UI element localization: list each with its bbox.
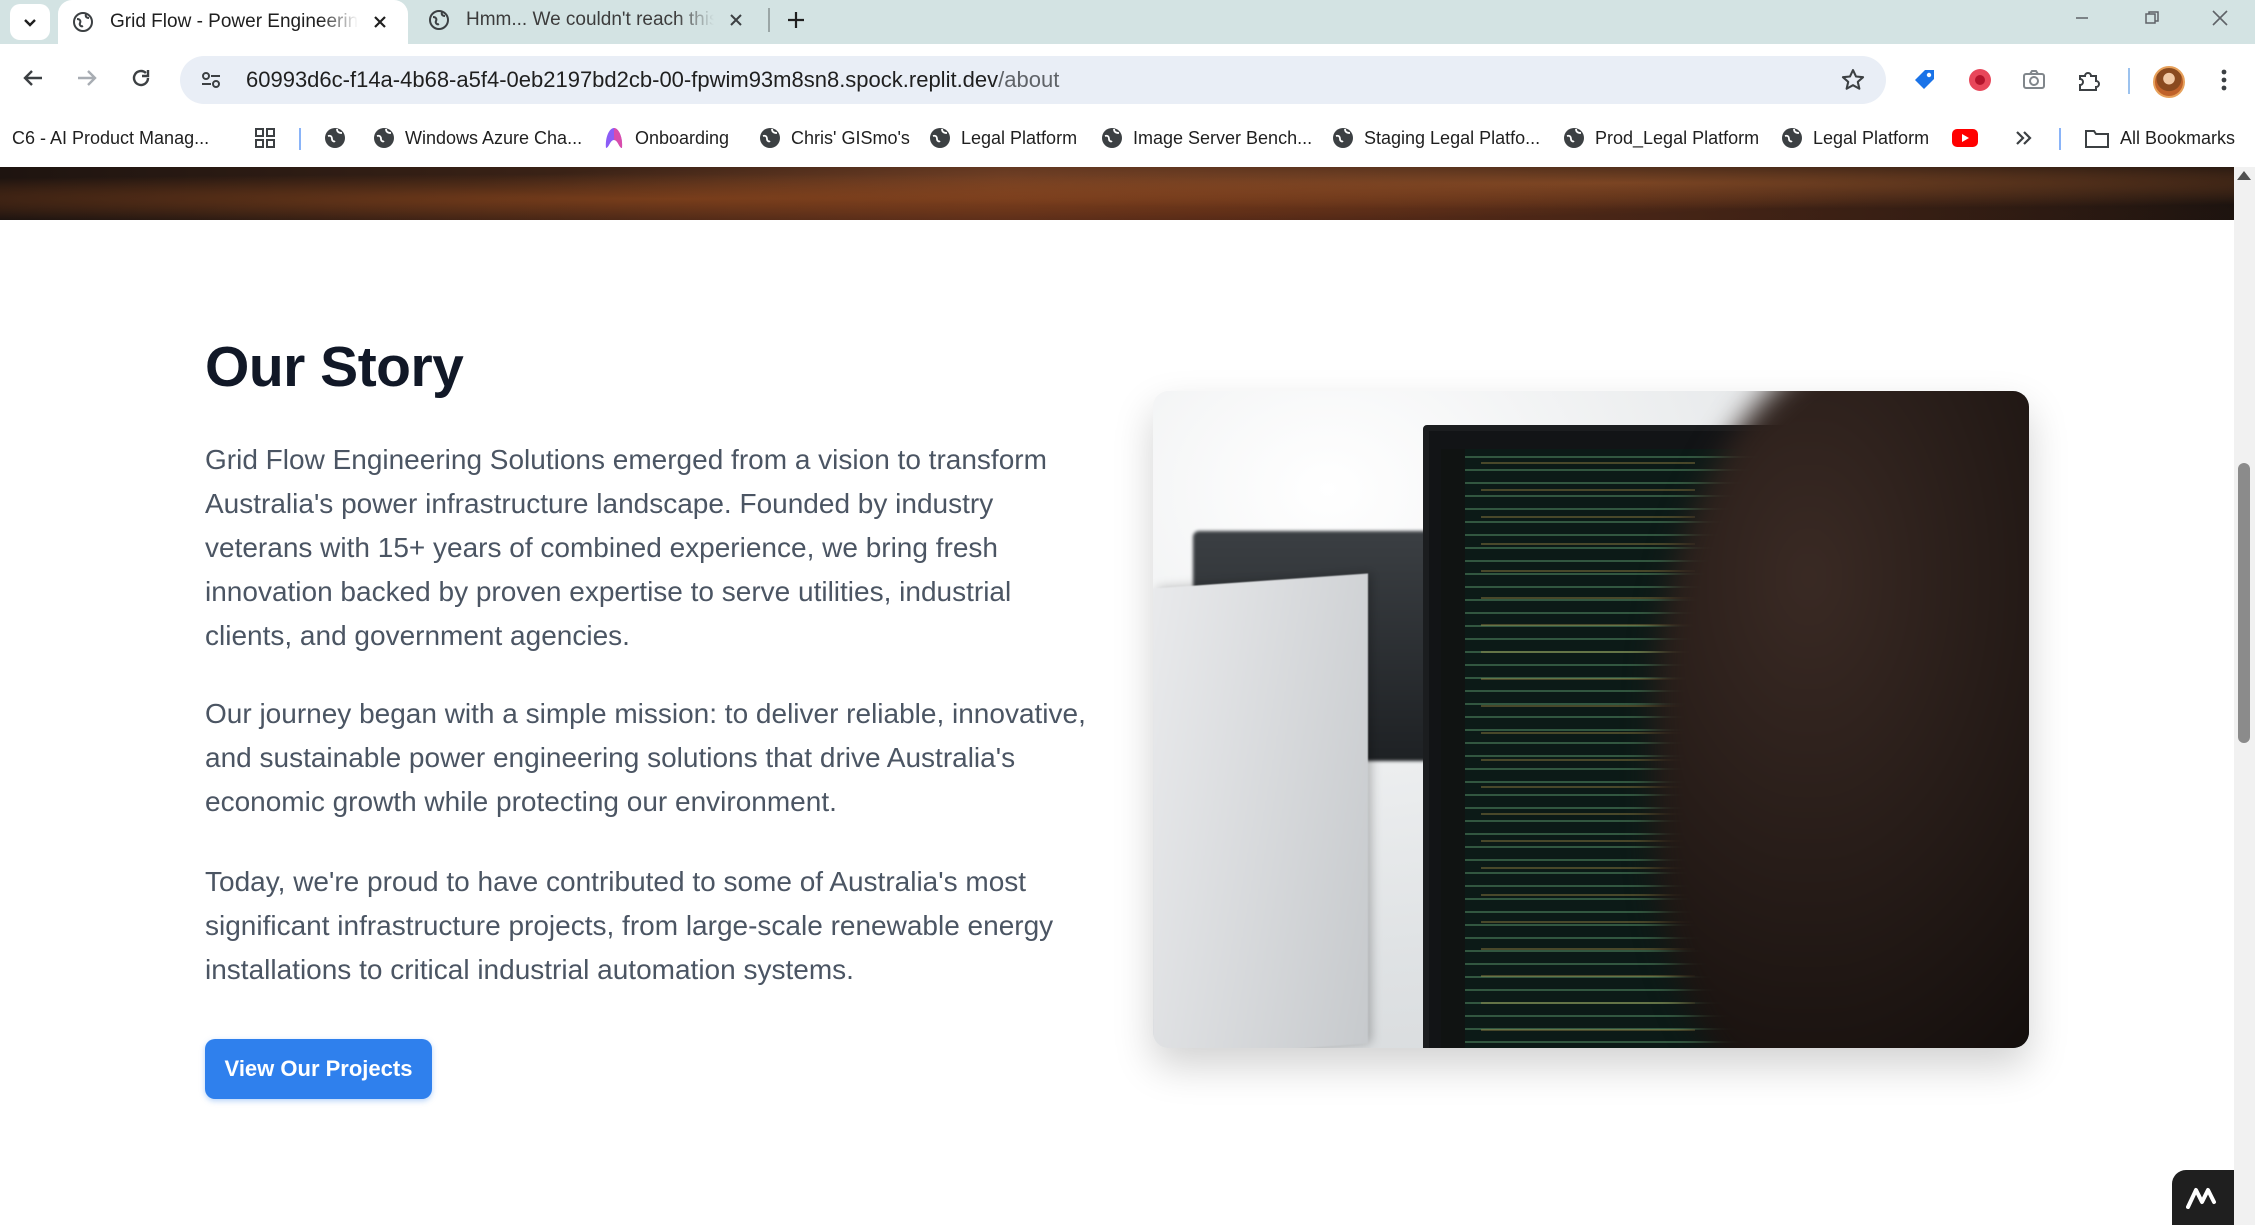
bookmark-label: Windows Azure Cha... xyxy=(405,127,583,148)
tab-search-button[interactable] xyxy=(10,4,50,40)
bookmarks-overflow-button[interactable] xyxy=(2014,124,2034,152)
star-icon xyxy=(1841,69,1865,90)
camera-icon xyxy=(2023,70,2045,89)
view-projects-button[interactable]: View Our Projects xyxy=(205,1039,432,1099)
toolbar-divider xyxy=(2128,68,2130,94)
plus-icon xyxy=(788,12,804,28)
bookmark-item[interactable]: Image Server Bench... xyxy=(1101,124,1312,152)
apps-button[interactable] xyxy=(254,124,276,152)
bookmark-item[interactable]: Chris' GISmo's xyxy=(759,124,910,152)
more-vert-icon xyxy=(2221,69,2227,91)
globe-icon xyxy=(1564,128,1584,148)
url-path: /about xyxy=(998,67,1060,92)
reload-button[interactable] xyxy=(122,59,160,97)
bookmark-youtube[interactable] xyxy=(1952,124,1978,152)
new-tab-button[interactable] xyxy=(778,2,814,38)
site-info-button[interactable] xyxy=(188,57,234,103)
url-host: 60993d6c-f14a-4b68-a5f4-0eb2197bd2cb-00-… xyxy=(246,67,999,92)
scroll-up-arrow-icon[interactable] xyxy=(2237,171,2251,180)
page-scrollbar[interactable] xyxy=(2234,167,2255,1225)
reload-icon xyxy=(132,69,150,87)
tab-title: Hmm... We couldn't reach this app xyxy=(466,9,714,30)
forward-button[interactable] xyxy=(68,59,106,97)
profile-avatar[interactable] xyxy=(2153,66,2185,98)
close-icon[interactable] xyxy=(722,6,750,34)
minimize-button[interactable] xyxy=(2054,0,2110,36)
back-button[interactable] xyxy=(14,59,52,97)
bookmark-item[interactable]: Onboarding xyxy=(603,124,729,152)
onboarding-logo-icon xyxy=(605,128,623,148)
replit-badge-button[interactable] xyxy=(2172,1170,2234,1225)
tag-icon xyxy=(1915,70,1934,89)
browser-toolbar: 60993d6c-f14a-4b68-a5f4-0eb2197bd2cb-00-… xyxy=(0,44,2255,120)
our-story-section: Our Story Grid Flow Engineering Solution… xyxy=(0,220,2234,1221)
extension-record-button[interactable] xyxy=(1964,64,1996,96)
restore-button[interactable] xyxy=(2124,0,2180,36)
globe-icon xyxy=(374,128,394,148)
globe-icon xyxy=(73,12,93,32)
extension-tag-button[interactable] xyxy=(1909,64,1941,96)
extensions-button[interactable] xyxy=(2073,64,2105,96)
url-text: 60993d6c-f14a-4b68-a5f4-0eb2197bd2cb-00-… xyxy=(246,67,1059,93)
tab-title: Grid Flow - Power Engineering Solutions xyxy=(110,11,358,32)
hero-image-bottom-edge xyxy=(0,167,2234,220)
globe-icon xyxy=(1782,128,1802,148)
arrow-right-icon xyxy=(78,70,97,86)
close-window-button[interactable] xyxy=(2192,0,2248,36)
globe-icon xyxy=(325,128,345,148)
bookmark-item[interactable]: C6 - AI Product Manag... xyxy=(12,124,209,152)
all-bookmarks-label: All Bookmarks xyxy=(2120,127,2236,148)
bookmark-globe[interactable] xyxy=(324,124,346,152)
bookmark-label: Staging Legal Platfo... xyxy=(1364,127,1541,148)
bookmark-item[interactable]: Windows Azure Cha... xyxy=(373,124,582,152)
bookmark-item[interactable]: Legal Platform xyxy=(929,124,1077,152)
bookmark-label: Chris' GISmo's xyxy=(791,127,910,148)
youtube-icon xyxy=(1952,129,1978,147)
chevron-down-icon xyxy=(24,19,36,27)
bookmark-divider xyxy=(2059,128,2061,150)
section-heading: Our Story xyxy=(205,335,464,399)
apps-grid-icon xyxy=(255,128,275,148)
bookmark-divider xyxy=(299,128,301,150)
bookmark-label: Legal Platform xyxy=(1813,127,1930,148)
story-paragraph-3: Today, we're proud to have contributed t… xyxy=(205,866,1054,985)
all-bookmarks-button[interactable]: All Bookmarks xyxy=(2084,124,2235,152)
arrow-left-icon xyxy=(23,70,42,86)
tab-divider xyxy=(768,8,770,32)
globe-icon xyxy=(1102,128,1122,148)
bookmark-star-button[interactable] xyxy=(1838,65,1868,95)
bookmark-item[interactable]: Prod_Legal Platform xyxy=(1563,124,1759,152)
m-logo-icon xyxy=(2186,1187,2216,1209)
story-paragraph-2: Our journey began with a simple mission:… xyxy=(205,698,1086,817)
bookmark-label: C6 - AI Product Manag... xyxy=(12,127,210,148)
minimize-icon xyxy=(2076,17,2088,19)
bookmark-label: Image Server Bench... xyxy=(1133,127,1313,148)
bookmark-item[interactable]: Legal Platform xyxy=(1781,124,1929,152)
close-icon[interactable] xyxy=(366,8,394,36)
record-icon xyxy=(1969,69,1991,91)
globe-icon xyxy=(760,128,780,148)
tab-grid-flow[interactable]: Grid Flow - Power Engineering Solutions xyxy=(58,0,408,44)
close-icon xyxy=(2212,10,2228,26)
globe-icon xyxy=(930,128,950,148)
scroll-thumb[interactable] xyxy=(2238,463,2250,743)
folder-icon xyxy=(2085,130,2109,148)
story-paragraph-1: Grid Flow Engineering Solutions emerged … xyxy=(205,444,1047,651)
restore-icon xyxy=(2145,11,2159,24)
browser-menu-button[interactable] xyxy=(2208,64,2240,96)
bookmarks-bar: C6 - AI Product Manag... Windows Azure C… xyxy=(0,118,2255,158)
double-chevron-right-icon xyxy=(2016,131,2032,145)
puzzle-icon xyxy=(2079,72,2100,91)
tune-icon xyxy=(202,72,220,88)
bookmark-item[interactable]: Staging Legal Platfo... xyxy=(1332,124,1540,152)
bookmark-label: Legal Platform xyxy=(961,127,1078,148)
globe-icon xyxy=(429,10,449,30)
bookmark-label: Onboarding xyxy=(635,127,730,148)
extension-camera-button[interactable] xyxy=(2018,64,2050,96)
bookmark-label: Prod_Legal Platform xyxy=(1595,127,1760,148)
tab-unreachable[interactable]: Hmm... We couldn't reach this app xyxy=(414,0,764,40)
address-bar[interactable]: 60993d6c-f14a-4b68-a5f4-0eb2197bd2cb-00-… xyxy=(180,56,1886,104)
developer-at-monitor-photo xyxy=(1153,391,2029,1048)
globe-icon xyxy=(1333,128,1353,148)
